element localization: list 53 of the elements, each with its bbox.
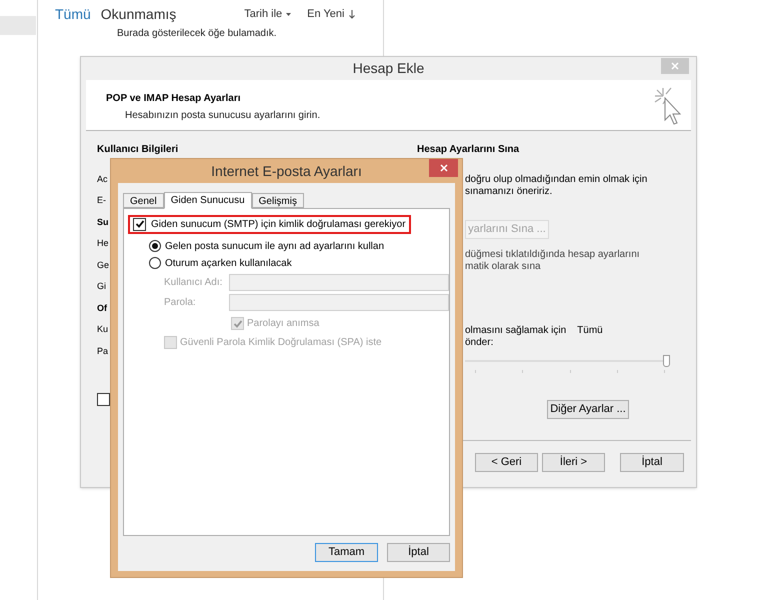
tab[interactable]: Genel [123, 193, 164, 208]
form-label: Su [97, 216, 109, 228]
slider-value: Tümü [577, 325, 603, 337]
info-text: doğru olup olmadığından emin olmak için [465, 174, 648, 186]
dialog-button[interactable]: Tamam [315, 543, 378, 562]
window-title: Internet E-posta Ayarları [211, 162, 362, 181]
field-label: Parola: [163, 296, 197, 310]
checkbox[interactable] [133, 218, 146, 230]
info-text: sınamanızı öneririz. [465, 186, 552, 198]
window-title: Hesap Ekle [352, 59, 424, 78]
info-text: matik olarak sına [465, 261, 542, 273]
info-text: olmasını sağlamak için [465, 325, 566, 337]
close-icon [671, 62, 679, 70]
sort-dropdown[interactable]: Tarih ile [244, 6, 292, 22]
close-button[interactable] [429, 159, 458, 177]
radio-label: Gelen posta sunucum ile aynı ad ayarlarını kullan [165, 240, 384, 254]
dialog-button[interactable]: < Geri [475, 453, 538, 472]
form-label: Ge [97, 258, 110, 272]
tab[interactable]: Giden Sunucusu [164, 192, 252, 209]
filter-tab[interactable]: Tümü [55, 4, 91, 24]
form-label: Gi [97, 280, 106, 293]
close-icon [440, 164, 448, 172]
dialog-button[interactable]: İptal [620, 453, 684, 472]
radio-button[interactable] [149, 257, 161, 269]
form-label: Pa [97, 344, 108, 358]
empty-message: Burada gösterilecek öğe bulamadık. [117, 27, 278, 41]
filter-tab[interactable]: Okunmamış [100, 4, 176, 24]
header-subtitle: Hesabınızın posta sunucusu ayarlarını girin. [125, 109, 320, 123]
header-title: POP ve IMAP Hesap Ayarları [106, 92, 242, 106]
dialog-button[interactable]: İptal [387, 543, 450, 562]
checkbox-label: Giden sunucum (SMTP) için kimlik doğrulaması gerekiyor [151, 218, 406, 232]
form-label: E- [97, 194, 106, 207]
form-label: He [97, 237, 109, 250]
caret-icon [286, 12, 292, 16]
radio-label: Oturum açarken kullanılacak [165, 256, 292, 270]
checkbox[interactable] [97, 393, 110, 406]
form-label: Ac [97, 172, 108, 186]
form-label: Ku [97, 323, 108, 336]
dialog-button[interactable]: Diğer Ayarlar ... [547, 400, 629, 419]
slider-thumb[interactable] [663, 355, 670, 367]
info-text: düğmesi tıklatıldığında hesap ayarlarını [465, 249, 640, 261]
dialog-button[interactable]: İleri > [542, 453, 605, 472]
radio-button[interactable] [149, 240, 161, 252]
arrow-down-icon [348, 10, 354, 18]
form-label: Kullanıcı Bilgileri [97, 143, 178, 157]
section-heading: Hesap Ayarlarını Sına [417, 143, 520, 157]
checkbox-label: Parolayı anımsa [247, 317, 320, 331]
info-text: önder: [465, 337, 494, 349]
checkbox-label: Güvenli Parola Kimlik Doğrulaması (SPA) iste [180, 336, 382, 350]
order-button[interactable]: En Yeni [307, 6, 354, 22]
form-label: Of [97, 302, 107, 314]
field-label: Kullanıcı Adı: [163, 276, 224, 290]
tab[interactable]: Gelişmiş [252, 193, 304, 208]
